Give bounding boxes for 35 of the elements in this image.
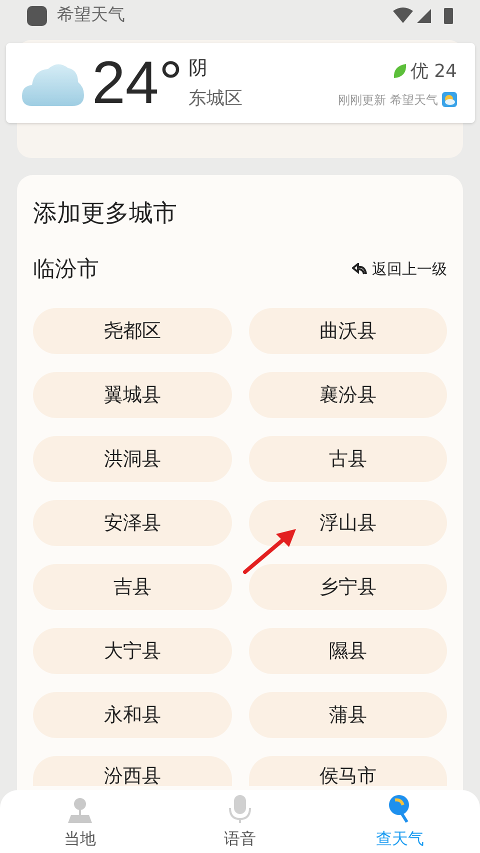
leaf-icon [393, 63, 408, 79]
district-button[interactable]: 翼城县 [33, 372, 232, 418]
district-button[interactable]: 汾西县 [33, 756, 232, 786]
temperature: 24° [92, 53, 183, 113]
district-button[interactable]: 隰县 [248, 628, 447, 674]
district-button[interactable]: 尧都区 [33, 308, 232, 354]
district-button[interactable]: 吉县 [33, 564, 232, 610]
nav-tab[interactable]: 当地 [0, 790, 160, 853]
undo-icon [352, 263, 368, 275]
district-button[interactable]: 侯马市 [248, 756, 447, 786]
district-button[interactable]: 古县 [248, 436, 447, 482]
panel-title: 添加更多城市 [33, 198, 177, 229]
back-button[interactable]: 返回上一级 [352, 258, 447, 280]
district-button[interactable]: 安泽县 [33, 500, 232, 546]
update-text: 刚刚更新 希望天气 [338, 92, 438, 108]
app-name: 希望天气 [57, 4, 125, 28]
nav-tab[interactable]: 语音 [160, 790, 320, 853]
weather-condition: 阴 [188, 56, 209, 82]
district-button[interactable]: 蒲县 [248, 692, 447, 738]
district-button[interactable]: 曲沃县 [248, 308, 447, 354]
district-button[interactable]: 永和县 [33, 692, 232, 738]
district-button[interactable]: 浮山县 [248, 500, 447, 546]
district-button[interactable]: 大宁县 [33, 628, 232, 674]
district-button[interactable]: 襄汾县 [248, 372, 447, 418]
district-button[interactable]: 洪洞县 [33, 436, 232, 482]
microphone-icon [228, 795, 252, 823]
app-logo-icon [442, 92, 457, 107]
air-quality: 优 24 [410, 60, 457, 84]
district-name: 东城区 [188, 86, 243, 111]
city-name: 临汾市 [33, 256, 99, 284]
district-button[interactable]: 乡宁县 [248, 564, 447, 610]
app-icon [27, 6, 47, 26]
search-icon [388, 795, 412, 823]
status-icons-drawing [393, 6, 453, 26]
person-pin-icon [67, 797, 93, 823]
